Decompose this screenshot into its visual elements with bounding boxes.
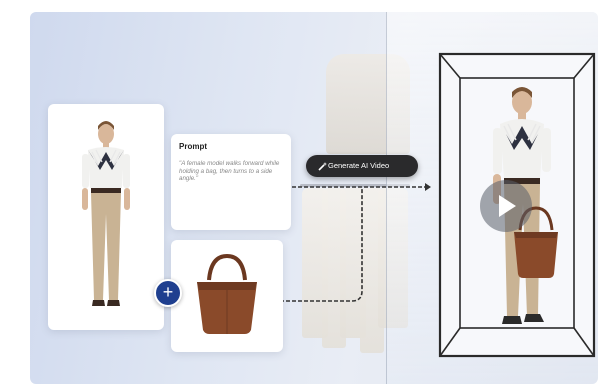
prompt-text: "A female model walks forward while hold… xyxy=(179,160,280,183)
model-figure-image xyxy=(82,121,130,306)
model-photo-card[interactable] xyxy=(48,104,164,330)
showcase-scene: Prompt "A female model walks forward whi… xyxy=(30,12,598,384)
prompt-title: Prompt xyxy=(179,142,207,151)
plus-icon: + xyxy=(162,282,174,302)
add-item-button[interactable]: + xyxy=(154,279,182,307)
play-video-button[interactable] xyxy=(480,180,532,232)
prompt-card[interactable]: Prompt "A female model walks forward whi… xyxy=(171,134,291,230)
bag-product-card[interactable] xyxy=(171,240,283,352)
generate-button-label: Generate AI Video xyxy=(328,161,390,170)
magic-wand-icon xyxy=(318,162,327,171)
play-icon xyxy=(499,195,516,217)
generate-ai-video-button[interactable]: Generate AI Video xyxy=(306,155,418,177)
handbag-image xyxy=(197,253,257,334)
